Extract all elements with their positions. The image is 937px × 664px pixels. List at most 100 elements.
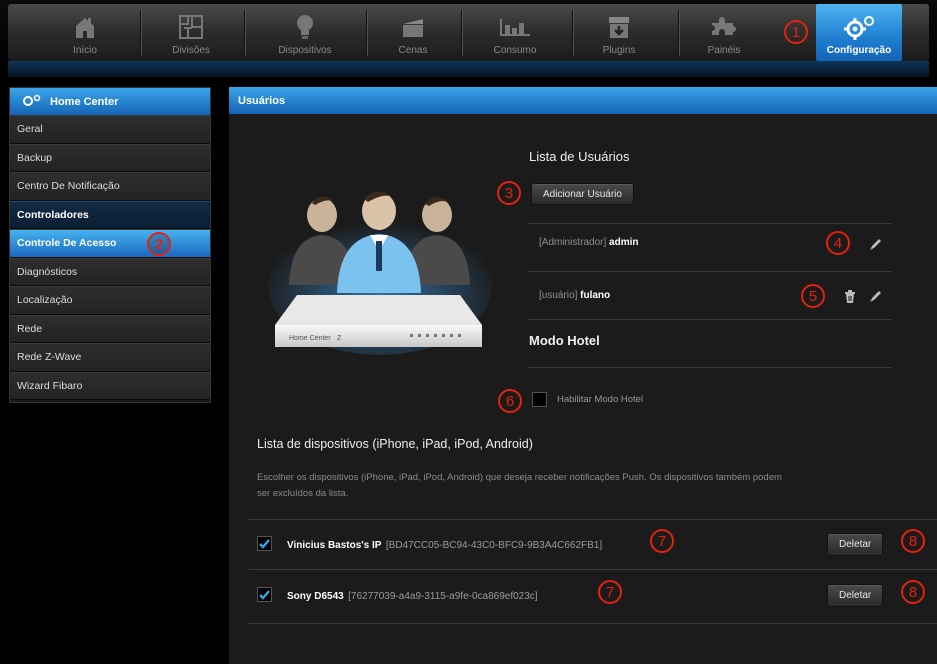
tab-label: Configuração <box>826 45 892 56</box>
delete-device-button[interactable]: Deletar <box>827 533 884 556</box>
annotation-badge: 8 <box>901 580 925 604</box>
lightbulb-icon <box>285 13 325 41</box>
sidebar-item-controle-acesso[interactable]: Controle De Acesso 2 <box>10 229 210 258</box>
illustration-text: Z <box>337 335 342 342</box>
topbar-shadow <box>8 61 929 77</box>
divider <box>529 367 891 368</box>
device-info: Sony D6543 [76277039-a4a9-3115-a9fe-0ca8… <box>287 586 538 604</box>
device-checkbox[interactable] <box>257 536 272 551</box>
top-navigation-bar: Início Divisões Dispositivos Cenas Consu… <box>0 0 937 80</box>
annotation-badge: 6 <box>498 389 522 413</box>
sidebar-item-localizacao[interactable]: Localização <box>10 286 210 315</box>
user-role: [usuário] <box>539 290 578 301</box>
annotation-badge: 2 <box>147 232 171 256</box>
home-icon <box>65 13 105 41</box>
sidebar-item-backup[interactable]: Backup <box>10 143 210 172</box>
sidebar-item-label: Localização <box>17 294 73 307</box>
device-row: Sony D6543 [76277039-a4a9-3115-a9fe-0ca8… <box>229 571 937 617</box>
user-row-fulano: [usuário] fulano <box>539 290 610 301</box>
devices-description: Escolher os dispositivos (iPhone, iPad, … <box>257 472 782 483</box>
sidebar-item-label: Backup <box>17 151 53 164</box>
device-id: [76277039-a4a9-3115-a9fe-0ca869ef023c] <box>348 591 538 602</box>
sidebar-item-rede[interactable]: Rede <box>10 314 210 343</box>
page-title: Usuários <box>238 94 286 107</box>
main-panel-header: Usuários <box>229 87 937 114</box>
hotel-mode-checkbox[interactable] <box>532 392 547 407</box>
sidebar-item-label: Rede <box>17 322 43 335</box>
devices-list-heading: Lista de dispositivos (iPhone, iPad, iPo… <box>257 437 533 451</box>
sidebar-item-controladores[interactable]: Controladores <box>10 200 210 229</box>
tab-inicio[interactable]: Início <box>50 4 120 61</box>
sidebar-item-label: Wizard Fibaro <box>17 379 83 392</box>
user-row-admin: [Administrador] admin <box>539 237 638 248</box>
puzzle-icon <box>704 13 744 41</box>
tab-label: Painéis <box>707 45 741 56</box>
floorplan-icon <box>171 13 211 41</box>
tab-plugins[interactable]: Plugins <box>584 4 654 61</box>
hotel-mode-heading: Modo Hotel <box>529 333 600 348</box>
bar-chart-icon <box>495 13 535 41</box>
illustration-text: Home Center <box>289 335 331 342</box>
tab-cenas[interactable]: Cenas <box>378 4 448 61</box>
annotation-badge: 3 <box>497 181 521 205</box>
tab-paineis[interactable]: Painéis <box>692 4 756 61</box>
main-panel: Usuários Home Center Z Lista de Usuários… <box>229 87 937 664</box>
divider <box>249 569 937 570</box>
tab-label: Plugins <box>602 45 636 56</box>
device-name: Vinicius Bastos's IP <box>287 540 382 551</box>
sidebar-item-label: Centro De Notificação <box>17 180 120 193</box>
annotation-badge: 7 <box>650 529 674 553</box>
sidebar: Home Center Geral Backup Centro De Notif… <box>9 87 211 403</box>
sidebar-item-label: Controle De Acesso <box>17 237 117 250</box>
annotation-badge: 4 <box>826 231 850 255</box>
sidebar-item-label: Rede Z-Wave <box>17 351 82 364</box>
users-illustration: Home Center Z <box>267 175 493 355</box>
sidebar-title: Home Center <box>50 95 119 108</box>
annotation-badge: 8 <box>901 529 925 553</box>
tab-label: Início <box>73 45 97 56</box>
hotel-mode-label: Habilitar Modo Hotel <box>557 394 644 405</box>
device-info: Vinicius Bastos's IP [BD47CC05-BC94-43C0… <box>287 535 602 553</box>
plugin-box-icon <box>599 13 639 41</box>
user-name: fulano <box>580 290 611 301</box>
device-row: Vinicius Bastos's IP [BD47CC05-BC94-43C0… <box>229 520 937 566</box>
divider <box>529 271 891 272</box>
sidebar-item-geral[interactable]: Geral <box>10 115 210 144</box>
tab-label: Cenas <box>398 45 428 56</box>
device-id: [BD47CC05-BC94-43C0-BFC9-9B3A4C662FB1] <box>385 540 603 551</box>
divider <box>529 223 891 224</box>
sidebar-item-label: Controladores <box>17 208 89 221</box>
tab-dispositivos[interactable]: Dispositivos <box>260 4 350 61</box>
annotation-badge: 5 <box>801 284 825 308</box>
device-name: Sony D6543 <box>287 591 344 602</box>
sidebar-item-label: Diagnósticos <box>17 265 78 278</box>
delete-device-button[interactable]: Deletar <box>827 584 884 607</box>
sidebar-item-rede-zwave[interactable]: Rede Z-Wave <box>10 343 210 372</box>
edit-pencil-icon[interactable] <box>869 237 883 251</box>
devices-description: ser excluídos da lista. <box>257 488 349 499</box>
clapperboard-icon <box>393 13 433 41</box>
device-checkbox[interactable] <box>257 587 272 602</box>
user-role: [Administrador] <box>539 237 607 248</box>
annotation-badge: 7 <box>598 580 622 604</box>
divider <box>249 623 937 624</box>
gears-icon <box>839 13 879 41</box>
divider <box>529 319 891 320</box>
sidebar-item-wizard-fibaro[interactable]: Wizard Fibaro <box>10 371 210 400</box>
sidebar-header: Home Center <box>10 88 210 115</box>
tab-label: Consumo <box>493 45 537 56</box>
tab-divisoes[interactable]: Divisões <box>156 4 226 61</box>
user-name: admin <box>609 237 639 248</box>
users-list-heading: Lista de Usuários <box>529 149 630 164</box>
annotation-badge: 1 <box>784 20 808 44</box>
sidebar-item-centro-notificacao[interactable]: Centro De Notificação <box>10 172 210 201</box>
tab-consumo[interactable]: Consumo <box>470 4 560 61</box>
tab-label: Divisões <box>172 45 210 56</box>
sidebar-item-diagnosticos[interactable]: Diagnósticos <box>10 257 210 286</box>
add-user-button[interactable]: Adicionar Usuário <box>531 183 634 205</box>
gears-icon <box>22 94 42 109</box>
tab-configuracao[interactable]: Configuração <box>816 4 902 61</box>
trash-icon[interactable] <box>844 290 858 304</box>
edit-pencil-icon[interactable] <box>869 289 883 303</box>
sidebar-item-label: Geral <box>17 123 43 136</box>
